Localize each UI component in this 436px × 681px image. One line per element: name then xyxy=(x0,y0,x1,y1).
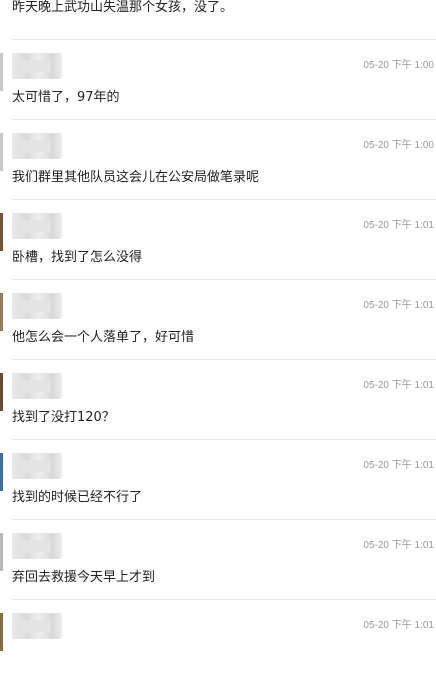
blurred-username xyxy=(12,613,62,639)
blurred-username xyxy=(12,53,62,79)
message-timestamp: 05-20 下午 1:01 xyxy=(363,540,434,551)
message-divider xyxy=(12,439,436,440)
blurred-username xyxy=(12,373,62,399)
message-text: 找到的时候已经不行了 xyxy=(12,490,143,505)
message-text: 找到了没打120？ xyxy=(12,410,115,425)
message-divider xyxy=(12,39,436,40)
avatar[interactable] xyxy=(0,213,3,251)
message-item: 05-20 下午 1:01 卧槽，找到了怎么没得 xyxy=(0,201,436,281)
message-item: 05-20 下午 1:01 他怎么会一个人落单了，好可惜 xyxy=(0,281,436,361)
blurred-username xyxy=(12,533,62,559)
message-item: 05-20 下午 1:01 找到的时候已经不行了 xyxy=(0,441,436,521)
avatar[interactable] xyxy=(0,613,3,651)
message-text: 卧槽，找到了怎么没得 xyxy=(12,250,143,265)
message-text: 他怎么会一个人落单了，好可惜 xyxy=(12,330,195,345)
avatar[interactable] xyxy=(0,53,3,91)
message-timestamp: 05-20 下午 1:01 xyxy=(363,620,434,631)
message-divider xyxy=(12,119,436,120)
chat-list: 昨天晚上武功山失温那个女孩，没了。 05-20 下午 1:00 太可惜了，97年的… xyxy=(0,0,436,651)
blurred-username xyxy=(12,453,62,479)
message-timestamp: 05-20 下午 1:00 xyxy=(363,140,434,151)
avatar[interactable] xyxy=(0,293,3,331)
blurred-username xyxy=(12,133,62,159)
message-timestamp: 05-20 下午 1:01 xyxy=(363,300,434,311)
avatar[interactable] xyxy=(0,373,3,411)
message-timestamp: 05-20 下午 1:01 xyxy=(363,220,434,231)
message-text: 弃回去救援今天早上才到 xyxy=(12,570,156,585)
message-divider xyxy=(12,599,436,600)
message-text: 太可惜了，97年的 xyxy=(12,90,120,105)
message-timestamp: 05-20 下午 1:01 xyxy=(363,460,434,471)
avatar[interactable] xyxy=(0,453,3,491)
message-item: 05-20 下午 1:01 找到了没打120？ xyxy=(0,361,436,441)
message-item: 05-20 下午 1:00 太可惜了，97年的 xyxy=(0,41,436,121)
message-divider xyxy=(12,199,436,200)
message-divider xyxy=(12,519,436,520)
avatar[interactable] xyxy=(0,133,3,171)
message-item: 05-20 下午 1:00 我们群里其他队员这会儿在公安局做笔录呢 xyxy=(0,121,436,201)
message-item: 05-20 下午 1:01 弃回去救援今天早上才到 xyxy=(0,521,436,601)
blurred-username xyxy=(12,293,62,319)
blurred-username xyxy=(12,213,62,239)
top-message-text: 昨天晚上武功山失温那个女孩，没了。 xyxy=(12,0,234,15)
message-timestamp: 05-20 下午 1:01 xyxy=(363,380,434,391)
message-divider xyxy=(12,359,436,360)
message-text: 我们群里其他队员这会儿在公安局做笔录呢 xyxy=(12,170,260,185)
avatar[interactable] xyxy=(0,533,3,571)
message-divider xyxy=(12,279,436,280)
message-item: 05-20 下午 1:01 xyxy=(0,601,436,681)
message-timestamp: 05-20 下午 1:00 xyxy=(363,60,434,71)
